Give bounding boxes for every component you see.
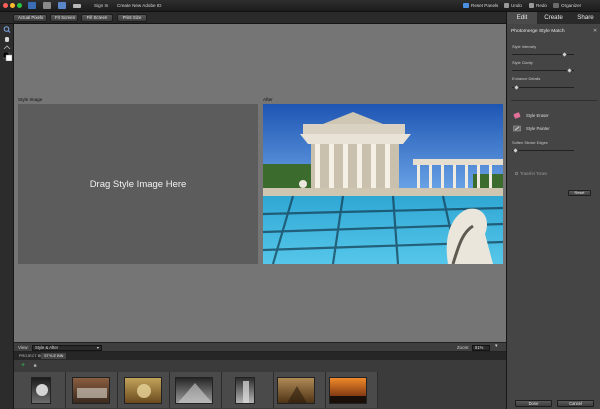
redo-icon [529,3,534,9]
zoom-value: 81% [475,344,484,350]
style-painter-label: Style Painter [526,126,550,131]
style-thumbnail[interactable] [175,377,213,404]
zoom-label: Zoom: [457,345,470,350]
reset-panels-icon [463,3,469,9]
organizer-icon [553,3,559,9]
tab-create[interactable]: Create [537,12,570,24]
tool-column [0,24,14,409]
add-style-icon[interactable]: + [20,362,26,369]
actual-pixels-button[interactable]: Actual Pixels [13,14,47,22]
style-bin: + ■ [14,360,506,409]
organizer-button[interactable]: Organizer [553,3,581,9]
style-image-dropzone[interactable]: Drag Style Image Here [18,104,258,264]
eraser-icon [513,112,521,119]
close-icon[interactable]: ✕ [593,28,597,34]
after-preview-image [263,104,503,264]
style-eraser-label: Style Eraser [526,113,549,118]
application-menu-bar: Sign In Create New Adobe ID Reset Panels… [0,0,600,12]
save-icon[interactable] [58,2,66,9]
create-adobe-id-link[interactable]: Create New Adobe ID [117,3,161,9]
style-intensity-label: Style Intensity [512,44,537,49]
panel-tabs: Edit Create Share [507,12,600,24]
soften-stroke-label: Soften Stroke Edges [512,140,548,145]
after-label: After [263,97,273,102]
reset-panels-label: Reset Panels [471,3,499,8]
close-window-button[interactable] [3,3,8,8]
bin-tabs: PROJECT BIN STYLE BIN [14,352,506,360]
style-clarity-knob[interactable] [566,67,572,73]
edit-panel: Edit Create Share Photomerge Style Match… [506,12,600,409]
swap-colors-icon[interactable] [3,45,11,52]
minimize-window-button[interactable] [10,3,15,8]
home-screen-icon[interactable] [28,2,36,9]
soften-stroke-knob[interactable] [512,147,518,153]
style-image-label: Style Image [18,97,43,102]
style-clarity-slider[interactable] [512,70,574,71]
hand-tool-icon[interactable] [3,36,11,43]
cancel-button[interactable]: Cancel [557,400,594,407]
style-thumbnail[interactable] [31,377,51,404]
photomerge-canvas: Style Image Drag Style Image Here After [14,24,506,342]
trash-icon[interactable]: ■ [32,363,38,369]
panel-divider [511,100,597,101]
style-thumbnail[interactable] [277,377,315,404]
tab-share[interactable]: Share [570,12,600,24]
color-swatches-icon[interactable] [2,51,13,62]
style-clarity-label: Style Clarity [512,60,533,65]
style-intensity-knob[interactable] [562,51,567,57]
zoom-input[interactable]: 81% [472,344,490,351]
enhance-details-knob[interactable] [514,84,520,90]
style-thumbnail[interactable] [124,377,162,404]
brush-icon [513,125,521,132]
chevron-down-icon: ▾ [96,344,99,350]
soften-stroke-slider[interactable] [512,150,574,151]
view-label: View: [18,345,29,350]
share-icon[interactable] [73,4,81,8]
view-mode-value: Style & After [35,344,59,350]
reset-button[interactable]: Reset [568,190,591,196]
organizer-label: Organizer [561,3,582,8]
zoom-tool-icon[interactable] [3,26,11,33]
view-mode-select[interactable]: Style & After ▾ [32,344,102,351]
enhance-details-slider[interactable] [512,87,574,88]
redo-button[interactable]: Redo [529,3,547,9]
fit-screen-button[interactable]: Fit Screen [50,14,78,22]
zoom-window-button[interactable] [17,3,22,8]
view-status-bar: View: Style & After ▾ Zoom: 81% ▾ [14,342,506,352]
transfer-tones-label: Transfer Tones [520,171,548,176]
pool-photo [263,104,503,264]
style-thumbnail[interactable] [235,377,255,404]
style-thumbnail[interactable] [72,377,110,404]
zoom-stepper-icon[interactable]: ▾ [495,344,498,349]
redo-label: Redo [536,3,547,8]
tab-edit[interactable]: Edit [507,12,537,24]
tab-style-bin[interactable]: STYLE BIN [41,353,67,359]
print-size-button[interactable]: Print Size [117,14,147,22]
enhance-details-label: Enhance Details [512,76,541,81]
style-thumbnail[interactable] [329,377,367,404]
sign-in-link[interactable]: Sign In [94,3,108,9]
undo-button[interactable]: Undo [504,3,522,9]
done-button[interactable]: Done [515,400,552,407]
transfer-tones-checkbox[interactable]: Transfer Tones [515,171,547,176]
undo-label: Undo [511,3,522,8]
panel-title: Photomerge Style Match [511,29,565,34]
undo-icon [504,3,509,9]
reset-panels-button[interactable]: Reset Panels [463,3,498,9]
view-options-bar: Actual Pixels Fit Screen Fill Screen Pri… [0,12,506,24]
drag-style-placeholder: Drag Style Image Here [89,178,187,190]
fill-screen-button[interactable]: Fill Screen [81,14,113,22]
checkbox-box [515,172,518,176]
open-file-icon[interactable] [43,2,51,9]
